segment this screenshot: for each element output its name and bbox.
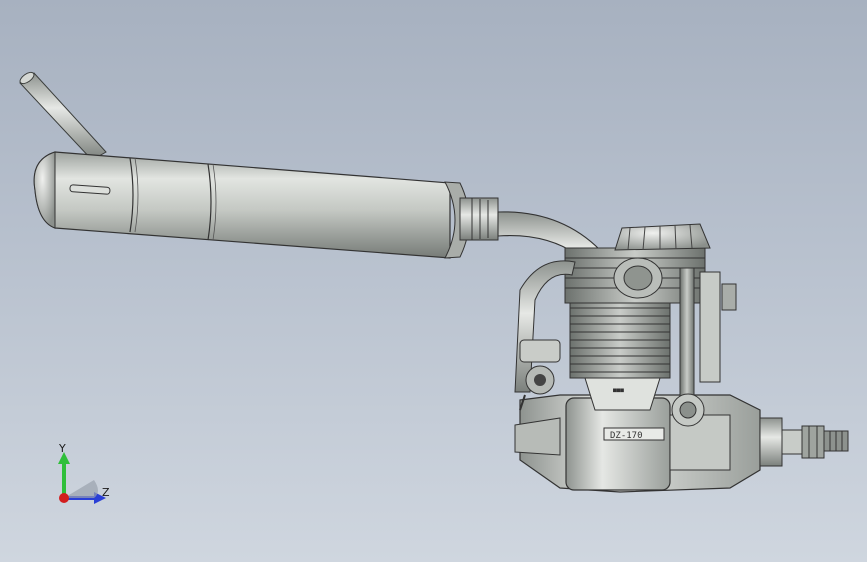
muffler-tailpipe [19,71,107,161]
serial-engraving: ■■■ [613,387,624,394]
triad-z-label: Z [102,486,110,499]
muffler [33,151,470,259]
propeller-shaft [759,417,849,467]
x-axis-dot [59,493,69,503]
cad-model-render[interactable]: DZ-170 ■■■ [0,0,867,562]
model-engraving: DZ-170 [610,431,643,441]
cad-viewport[interactable]: DZ-170 ■■■ Y Z [0,0,867,562]
triad-plane [64,480,98,498]
cylinder: ■■■ [569,299,671,411]
starter-mechanism [671,393,705,427]
triad-y-label: Y [59,442,66,455]
